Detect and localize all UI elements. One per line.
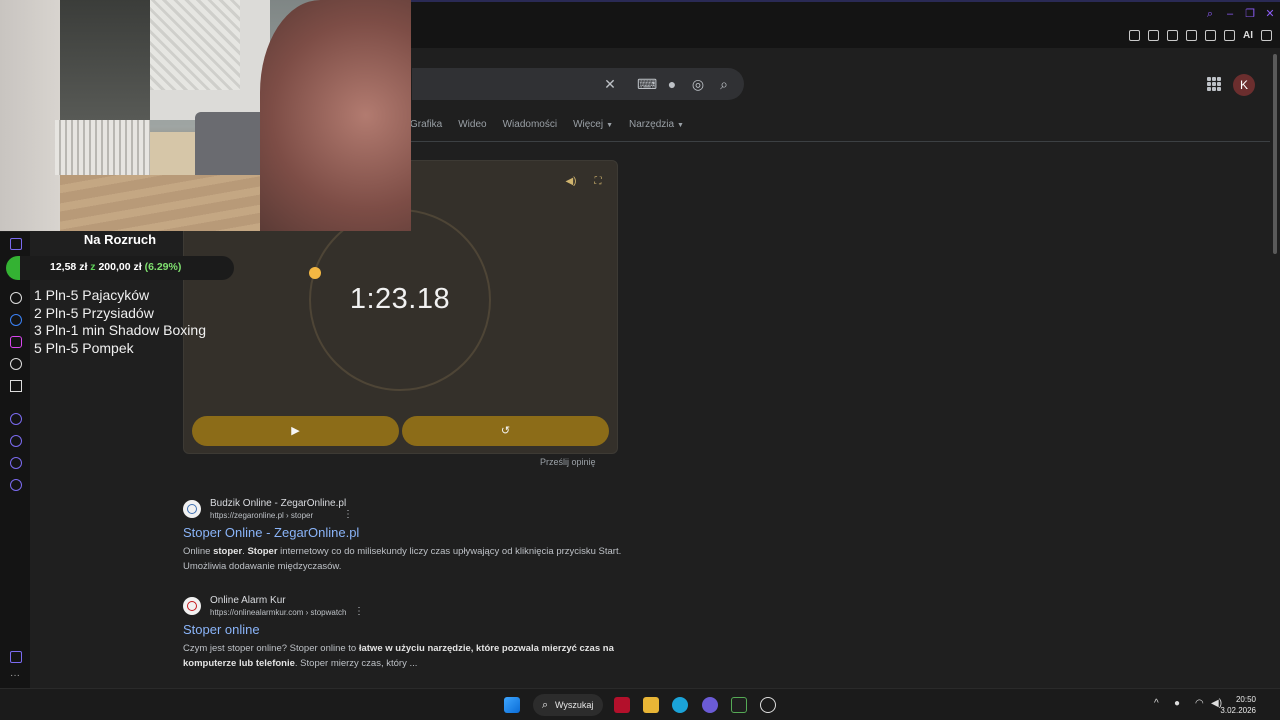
tabs-divider <box>410 141 1270 142</box>
clock-time: 20:50 <box>1235 695 1256 704</box>
lens-icon[interactable]: ◎ <box>690 76 706 92</box>
window-controls: ⌕ – ❐ ✕ <box>1204 8 1276 20</box>
settings-icon[interactable] <box>10 479 22 491</box>
history-icon[interactable] <box>10 435 22 447</box>
opera-gx-icon[interactable] <box>614 697 630 713</box>
clear-icon[interactable]: ✕ <box>602 76 618 92</box>
taskbar-search[interactable]: Wyszukaj <box>533 694 603 716</box>
microphone-icon[interactable]: ● <box>1174 698 1180 709</box>
messenger-icon[interactable] <box>10 314 22 326</box>
task-item: 2 Pln-5 Przysiadów <box>34 304 154 321</box>
task-item: 1 Pln-5 Pajacyków <box>34 287 150 303</box>
account-avatar[interactable]: K <box>1233 74 1255 96</box>
volume-icon[interactable]: ◀) <box>565 176 577 188</box>
microphone-icon[interactable]: ● <box>664 76 680 92</box>
wifi-icon[interactable]: ◠ <box>1195 698 1204 709</box>
tab-grafika[interactable]: Grafika <box>410 119 442 130</box>
fullscreen-icon[interactable]: ⛶ <box>592 176 604 188</box>
download-icon[interactable] <box>1224 30 1235 41</box>
clock-date: 3.02.2026 <box>1220 706 1256 715</box>
gx-icon[interactable] <box>10 651 22 663</box>
toolbar-icons: AI <box>1129 30 1272 41</box>
donation-goal-title: Na Rozruch <box>83 232 157 247</box>
start-button[interactable]: ▶ <box>192 416 399 446</box>
result-source[interactable]: Budzik Online - ZegarOnline.pl <box>210 498 346 509</box>
twitch-icon[interactable] <box>10 238 22 250</box>
task-item: 5 Pln-5 Pompek <box>34 339 134 356</box>
more-icon[interactable]: ··· <box>10 671 22 684</box>
search-tabs: Grafika Wideo Wiadomości Więcej ▼ Narzędz… <box>410 119 700 130</box>
keyboard-icon[interactable]: ⌨ <box>637 76 657 92</box>
wallet-icon[interactable] <box>1205 30 1216 41</box>
screenshot-icon[interactable] <box>1148 30 1159 41</box>
start-menu-icon[interactable] <box>504 697 520 713</box>
result-url[interactable]: https://onlinealarmkur.com › stopwatch <box>210 608 347 617</box>
heart-icon[interactable] <box>1186 30 1197 41</box>
result-snippet: Online stoper. Stoper internetowy co do … <box>183 546 622 572</box>
search-icon[interactable]: ⌕ <box>716 76 732 92</box>
x-icon[interactable] <box>10 380 22 392</box>
play-icon[interactable] <box>1167 30 1178 41</box>
chatgpt-icon[interactable] <box>10 292 22 304</box>
tab-wiadomosci[interactable]: Wiadomości <box>503 119 557 130</box>
file-explorer-icon[interactable] <box>643 697 659 713</box>
donation-progress-text: 12,58 zł z 200,00 zł (6.29%) <box>50 261 181 273</box>
donation-percent: (6.29%) <box>144 261 182 273</box>
task-item: 3 Pln-1 min Shadow Boxing <box>34 322 206 338</box>
more-options-icon[interactable]: ⋮ <box>354 606 364 617</box>
stopwatch-progress-dot <box>309 267 321 279</box>
search-input[interactable]: ✕ ⌨ ● ◎ ⌕ <box>412 68 744 100</box>
result-title[interactable]: Stoper online <box>183 622 260 637</box>
result-snippet: Czym jest stoper online? Stoper online t… <box>183 643 614 669</box>
chevron-down-icon: ▼ <box>677 122 684 129</box>
pin-icon[interactable] <box>1129 30 1140 41</box>
tab-wiecej[interactable]: Więcej ▼ <box>573 119 613 130</box>
browser-sidebar-dock: ··· <box>0 232 30 688</box>
search-icon[interactable]: ⌕ <box>1204 8 1216 20</box>
result-url[interactable]: https://zegaronline.pl › stoper <box>210 511 313 520</box>
tab-wideo[interactable]: Wideo <box>458 119 486 130</box>
result-title[interactable]: Stoper Online - ZegarOnline.pl <box>183 525 359 540</box>
system-clock[interactable]: 20:50 3.02.2026 <box>1220 694 1256 716</box>
webcam-feed <box>0 0 411 231</box>
stopwatch-time: 1:23.18 <box>349 283 451 315</box>
restore-icon[interactable]: ❐ <box>1244 8 1256 20</box>
task-list: 1 Pln-5 Pajacyków 2 Pln-5 Przysiadów 3 P… <box>34 287 206 357</box>
extensions-icon[interactable] <box>10 457 22 469</box>
donation-progress-bar: 12,58 zł z 200,00 zł (6.29%) <box>6 256 234 280</box>
close-icon[interactable]: ✕ <box>1264 8 1276 20</box>
apps-grid-icon[interactable] <box>1207 77 1221 91</box>
site-favicon <box>183 597 201 615</box>
edge-icon[interactable] <box>672 697 688 713</box>
minimize-icon[interactable]: – <box>1224 8 1236 20</box>
terminal-icon[interactable] <box>731 697 747 713</box>
site-favicon <box>183 500 201 518</box>
menu-icon[interactable] <box>1261 30 1272 41</box>
donation-separator: z <box>90 261 96 273</box>
result-source[interactable]: Online Alarm Kur <box>210 595 286 606</box>
play-circle-icon[interactable] <box>10 413 22 425</box>
discord-icon[interactable] <box>702 697 718 713</box>
os-taskbar: Wyszukaj ^ ● ◠ ◀) 20:50 3.02.2026 <box>0 688 1280 720</box>
tab-narzedzia[interactable]: Narzędzia ▼ <box>629 119 684 130</box>
page-scrollbar[interactable] <box>1270 48 1280 688</box>
obs-icon[interactable] <box>760 697 776 713</box>
more-options-icon[interactable]: ⋮ <box>343 509 353 520</box>
donation-amount: 12,58 zł <box>50 261 88 273</box>
screen: ⌕ – ❐ ✕ AI ✕ ⌨ ● ◎ ⌕ K Grafika Wideo Wia… <box>0 0 1280 720</box>
chevron-up-icon[interactable]: ^ <box>1154 698 1159 709</box>
tiktok-icon[interactable] <box>10 358 22 370</box>
donation-goal: 200,00 zł <box>98 261 142 273</box>
feedback-link[interactable]: Prześlij opinię <box>540 457 596 467</box>
reset-button[interactable]: ↺ <box>402 416 609 446</box>
instagram-icon[interactable] <box>10 336 22 348</box>
chevron-down-icon: ▼ <box>606 122 614 129</box>
ai-icon[interactable]: AI <box>1243 30 1253 41</box>
scrollbar-thumb[interactable] <box>1273 54 1277 254</box>
